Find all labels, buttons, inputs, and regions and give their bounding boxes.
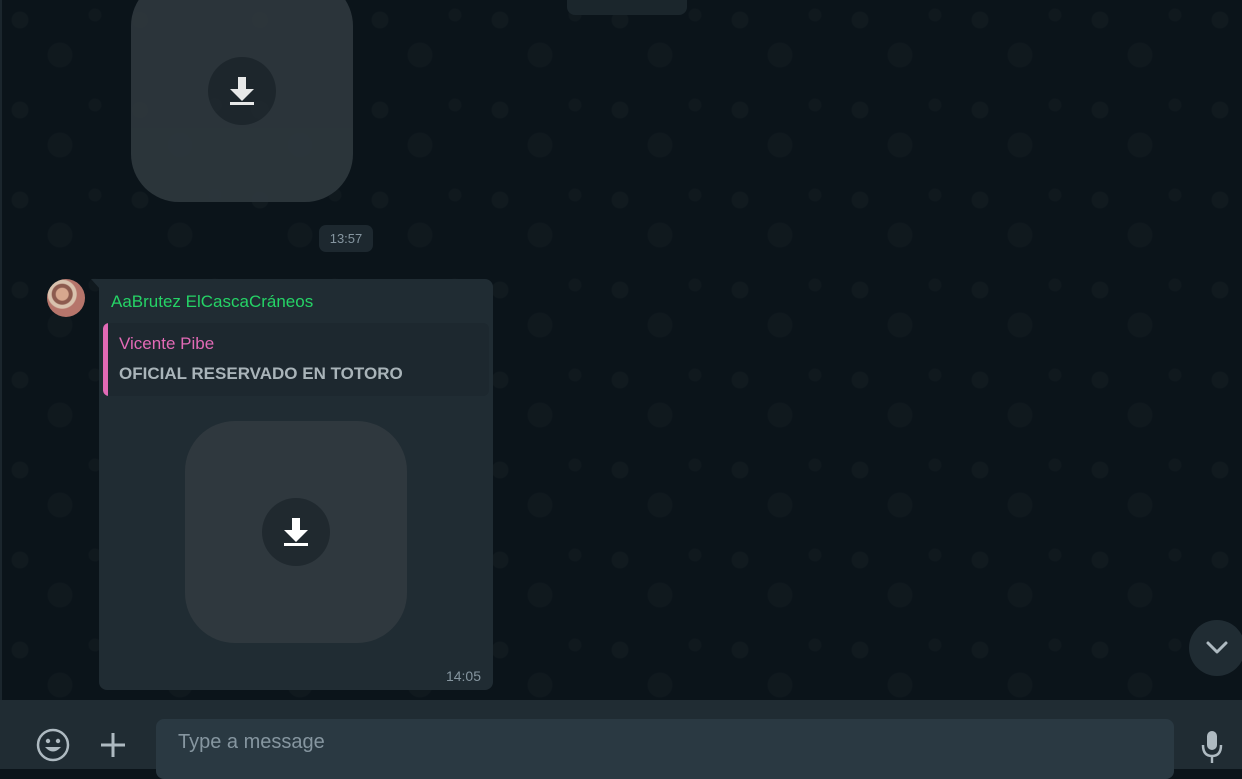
message-bubble[interactable]: AaBrutez ElCascaCráneos Vicente Pibe OFI… <box>99 279 493 690</box>
media-sticker-previous[interactable] <box>131 0 353 202</box>
chat-panel: 13:57 AaBrutez ElCascaCráneos Vicente Pi… <box>0 0 1242 700</box>
quoted-message[interactable]: Vicente Pibe OFICIAL RESERVADO EN TOTORO <box>103 323 489 396</box>
attach-button[interactable] <box>93 725 133 765</box>
message-input[interactable] <box>156 719 1174 779</box>
time-separator: 13:57 <box>319 225 373 252</box>
quote-text: OFICIAL RESERVADO EN TOTORO <box>119 364 403 383</box>
download-arrow-icon <box>284 518 308 546</box>
composer-bar <box>0 700 1242 779</box>
download-button[interactable] <box>208 57 276 125</box>
avatar[interactable] <box>47 279 85 317</box>
voice-message-button[interactable] <box>1192 725 1232 769</box>
microphone-icon <box>1201 731 1223 763</box>
scroll-down-button[interactable] <box>1189 620 1242 676</box>
message-time: 14:05 <box>445 668 481 684</box>
emoji-button[interactable] <box>33 725 73 765</box>
chevron-down-icon <box>1206 641 1228 654</box>
emoji-icon <box>36 728 70 762</box>
time-separator-label: 13:57 <box>329 231 363 246</box>
sender-name[interactable]: AaBrutez ElCascaCráneos <box>111 292 313 312</box>
plus-icon <box>101 733 125 757</box>
download-button[interactable] <box>262 498 330 566</box>
date-pill <box>567 0 687 15</box>
panel-divider <box>0 0 2 700</box>
quote-accent-bar <box>103 323 108 396</box>
download-arrow-icon <box>230 77 254 105</box>
media-sticker[interactable] <box>185 421 407 643</box>
quote-author: Vicente Pibe <box>119 334 215 353</box>
